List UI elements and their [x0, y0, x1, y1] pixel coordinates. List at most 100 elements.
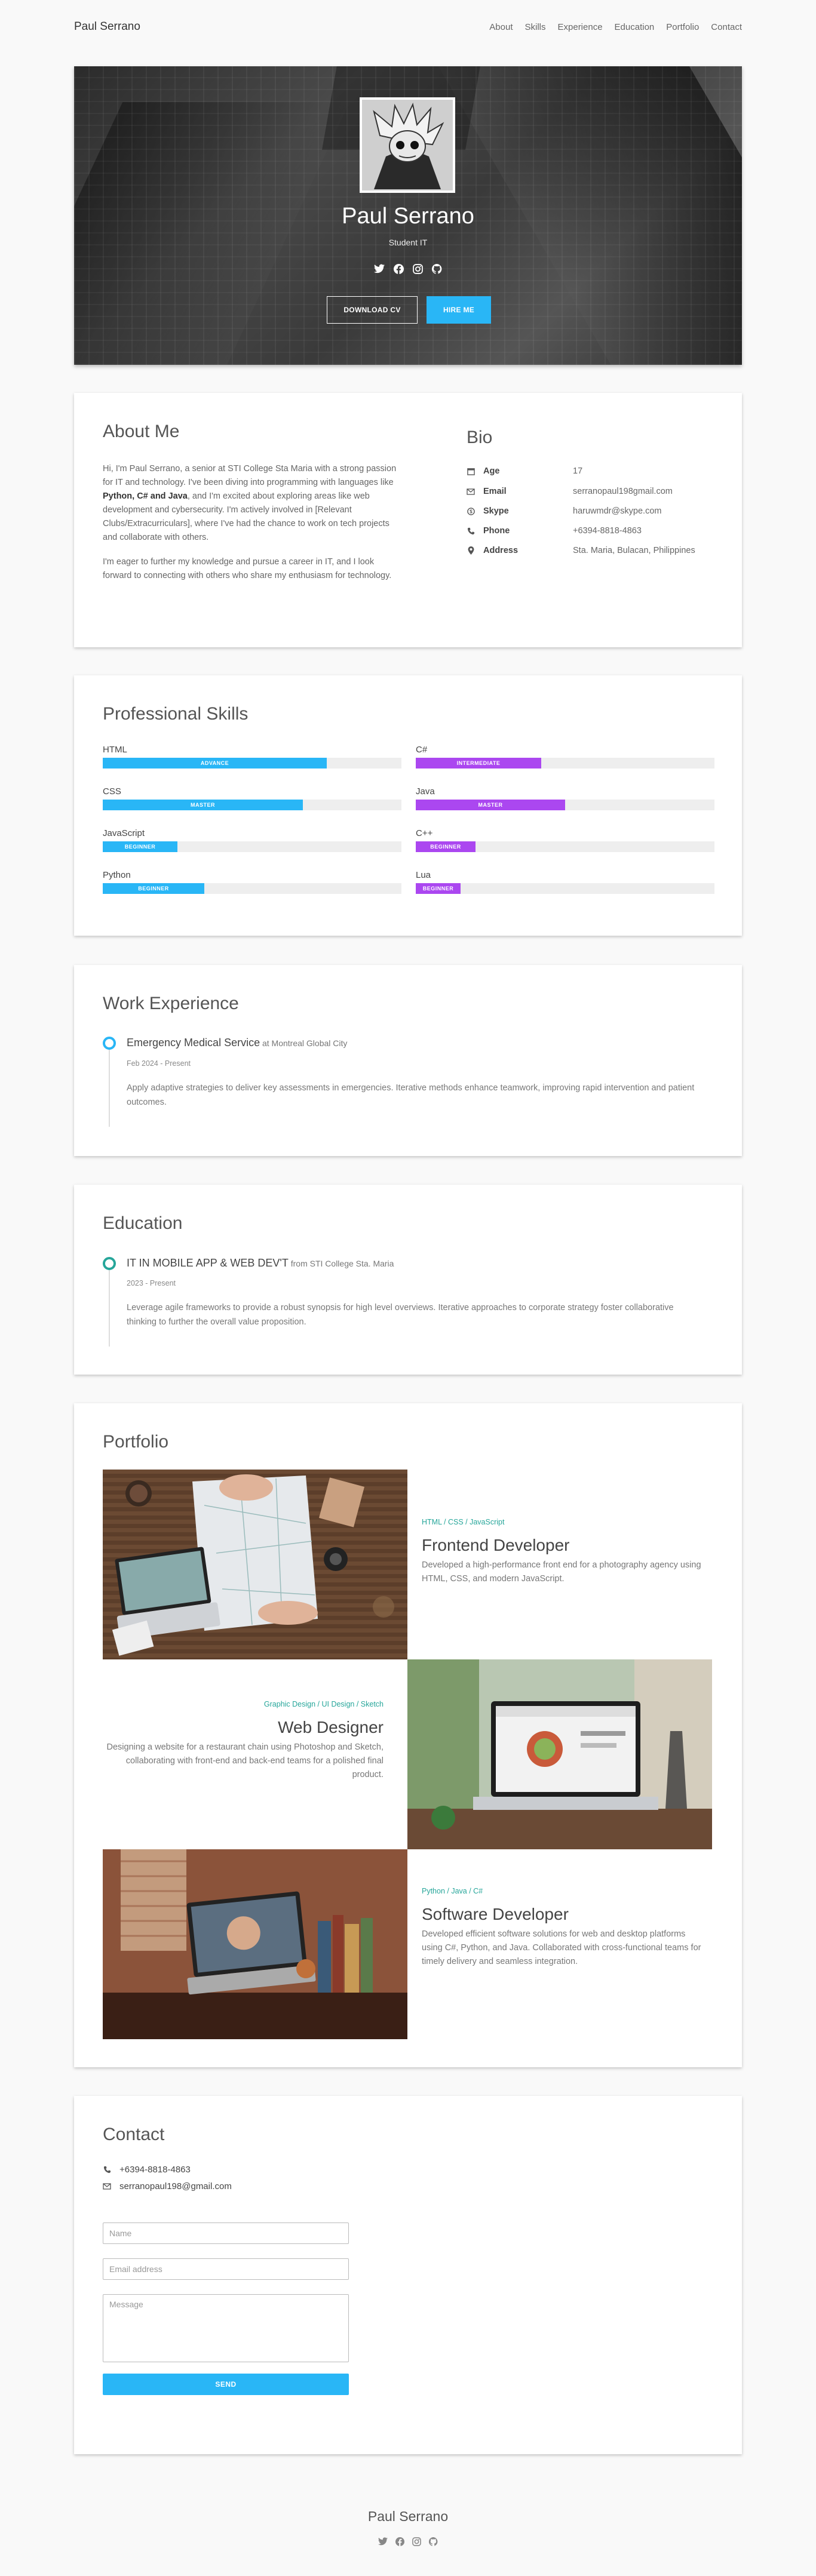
calendar-icon: [467, 467, 475, 475]
skills-section: Professional Skills HTML ADVANCE CSS MASTER…: [74, 675, 742, 936]
nav-link-portfolio[interactable]: Portfolio: [666, 22, 699, 32]
portfolio-info-frontend: HTML / CSS / JavaScript Frontend Develop…: [422, 1518, 703, 1586]
portfolio-image-frontend[interactable]: [103, 1470, 407, 1659]
github-icon[interactable]: [431, 263, 442, 274]
profile-avatar: [360, 97, 455, 193]
timeline-line: [109, 1043, 110, 1127]
portfolio-item-title[interactable]: Frontend Developer: [422, 1536, 703, 1555]
about-section: About Me Hi, I'm Paul Serrano, a senior …: [74, 393, 742, 647]
email-field[interactable]: [103, 2258, 349, 2280]
education-description: Leverage agile frameworks to provide a r…: [127, 1303, 674, 1327]
skill-name: CSS: [103, 786, 121, 797]
skill-name: Python: [103, 870, 131, 880]
skill-item-lua: Lua BEGINNER: [416, 870, 714, 894]
skill-progress-fill: BEGINNER: [416, 883, 461, 894]
contact-section: Contact +6394-8818-4863 serranopaul198@g…: [74, 2096, 742, 2454]
hire-me-button[interactable]: HIRE ME: [427, 296, 491, 324]
about-paragraph-text: Hi, I'm Paul Serrano, a senior at STI Co…: [103, 464, 397, 487]
contact-phone-value[interactable]: +6394-8818-4863: [119, 2165, 191, 2175]
skill-item-python: Python BEGINNER: [103, 870, 401, 894]
bio-row-skype: Skype haruwmdr@skype.com: [467, 505, 661, 518]
skill-name: Lua: [416, 870, 431, 880]
skill-progress-track: MASTER: [103, 800, 401, 810]
portfolio-item-title[interactable]: Software Developer: [422, 1905, 703, 1924]
portfolio-item-description: Developed a high-performance front end f…: [422, 1560, 701, 1584]
portfolio-image-software[interactable]: [103, 1849, 407, 2039]
skill-item-javascript: JavaScript BEGINNER: [103, 828, 401, 852]
skill-progress-fill: ADVANCE: [103, 758, 327, 769]
email-input[interactable]: [103, 2259, 348, 2279]
skill-name: JavaScript: [103, 828, 145, 838]
map-marker-icon: [467, 546, 475, 555]
hero-banner: Paul Serrano Student IT DOWNLOAD CV HIRE…: [74, 66, 742, 365]
portfolio-item-description: Designing a website for a restaurant cha…: [106, 1742, 384, 1779]
contact-title: Contact: [103, 2125, 165, 2144]
skype-icon: [467, 507, 475, 515]
bio-key: Skype: [483, 506, 509, 516]
contact-email-value[interactable]: serranopaul198@gmail.com: [119, 2181, 232, 2191]
contact-email: serranopaul198@gmail.com: [103, 2181, 232, 2191]
education-title: Education: [103, 1213, 183, 1233]
skill-progress-track: MASTER: [416, 800, 714, 810]
skill-progress-fill: BEGINNER: [103, 883, 204, 894]
bio-key: Age: [483, 466, 500, 476]
skill-progress-track: BEGINNER: [416, 841, 714, 852]
twitter-icon[interactable]: [374, 263, 385, 274]
skill-item-css: CSS MASTER: [103, 786, 401, 810]
experience-date: Feb 2024 - Present: [127, 1059, 191, 1068]
skill-progress-track: INTERMEDIATE: [416, 758, 714, 769]
skill-progress-fill: MASTER: [416, 800, 565, 810]
skill-progress-track: BEGINNER: [103, 883, 401, 894]
bio-value: 17: [573, 466, 583, 476]
nav-link-contact[interactable]: Contact: [711, 22, 742, 32]
education-school: from STI College Sta. Maria: [288, 1259, 394, 1268]
experience-entry-title: Emergency Medical Service at Montreal Gl…: [127, 1037, 347, 1049]
skill-progress-fill: BEGINNER: [103, 841, 177, 852]
nav-link-experience[interactable]: Experience: [558, 22, 603, 32]
about-paragraph: Hi, I'm Paul Serrano, a senior at STI Co…: [103, 462, 401, 545]
facebook-icon[interactable]: [394, 2536, 405, 2547]
skill-progress-fill: INTERMEDIATE: [416, 758, 541, 769]
portfolio-item-title[interactable]: Web Designer: [103, 1718, 384, 1737]
instagram-icon[interactable]: [411, 2536, 422, 2547]
bio-key: Address: [483, 546, 519, 555]
hero-name: Paul Serrano: [342, 204, 474, 229]
skill-progress-track: BEGINNER: [416, 883, 714, 894]
name-input[interactable]: [103, 2223, 348, 2243]
github-icon[interactable]: [428, 2536, 438, 2547]
brand-logo-text[interactable]: Paul Serrano: [74, 20, 140, 33]
portfolio-tags: HTML / CSS / JavaScript: [422, 1518, 505, 1526]
twitter-icon[interactable]: [378, 2536, 388, 2547]
skill-name: HTML: [103, 745, 127, 755]
timeline-line: [109, 1263, 110, 1347]
timeline-dot: [103, 1257, 116, 1270]
message-field[interactable]: [103, 2294, 349, 2362]
bio-row-address: Address Sta. Maria, Bulacan, Philippines: [467, 544, 695, 557]
bio-key: Email: [483, 487, 507, 496]
facebook-icon[interactable]: [393, 263, 404, 274]
instagram-icon[interactable]: [412, 263, 423, 274]
portfolio-info-webdesign: Graphic Design / UI Design / Sketch Web …: [103, 1700, 384, 1782]
nav-link-skills[interactable]: Skills: [524, 22, 545, 32]
footer-social-links: [0, 2536, 816, 2547]
envelope-icon: [103, 2182, 111, 2191]
portfolio-item-description: Developed efficient software solutions f…: [422, 1929, 701, 1966]
hero-role: Student IT: [388, 238, 428, 247]
bio-value: serranopaul198gmail.com: [573, 487, 673, 496]
name-field[interactable]: [103, 2223, 349, 2244]
education-course: IT IN MOBILE APP & WEB DEV'T: [127, 1257, 289, 1269]
nav-link-education[interactable]: Education: [615, 22, 655, 32]
skill-item-java: Java MASTER: [416, 786, 714, 810]
education-date: 2023 - Present: [127, 1279, 176, 1287]
skill-item-html: HTML ADVANCE: [103, 745, 401, 769]
nav-links: About Skills Experience Education Portfo…: [477, 22, 742, 32]
message-textarea[interactable]: [103, 2295, 348, 2362]
send-button[interactable]: SEND: [103, 2374, 349, 2395]
bio-value: haruwmdr@skype.com: [573, 506, 662, 516]
bio-row-email: Email serranopaul198gmail.com: [467, 485, 673, 498]
portfolio-image-webdesign[interactable]: [407, 1659, 712, 1849]
nav-link-about[interactable]: About: [489, 22, 513, 32]
phone-icon: [103, 2166, 111, 2174]
download-cv-button[interactable]: DOWNLOAD CV: [327, 296, 418, 324]
bio-value: +6394-8818-4863: [573, 526, 642, 536]
